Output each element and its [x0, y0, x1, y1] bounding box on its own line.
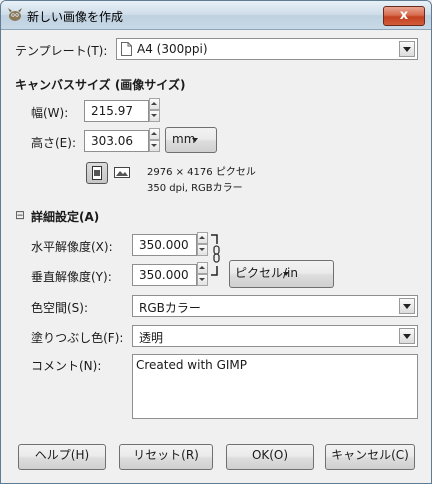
resolution-unit-select[interactable]: ピクセル/in [229, 260, 334, 288]
height-input[interactable]: 303.06 [84, 130, 149, 152]
width-decrement[interactable] [149, 110, 160, 122]
width-spinner[interactable] [149, 98, 160, 122]
fill-select[interactable]: 透明 [132, 325, 418, 347]
landscape-icon [114, 167, 130, 178]
chevron-down-icon[interactable] [399, 41, 415, 57]
xres-input[interactable]: 350.000 [132, 234, 197, 256]
ok-button[interactable]: OK(O) [226, 444, 314, 470]
unit-select[interactable]: mm [165, 127, 217, 153]
yres-increment[interactable] [197, 262, 208, 274]
xres-label: 水平解像度(X): [31, 240, 113, 254]
comment-value: Created with GIMP [136, 358, 248, 372]
gimp-icon [8, 8, 22, 21]
width-label: 幅(W): [31, 106, 69, 120]
close-icon: x [399, 8, 409, 23]
document-icon [121, 42, 132, 56]
yres-decrement[interactable] [197, 274, 208, 286]
xres-decrement[interactable] [197, 244, 208, 256]
height-increment[interactable] [149, 128, 160, 140]
comment-label: コメント(N): [31, 359, 102, 373]
resolution-info: 350 dpi, RGBカラー [147, 183, 243, 194]
title-bar: 新しい画像を作成 x [1, 1, 431, 30]
chain-link-icon[interactable] [210, 234, 222, 276]
xres-value: 350.000 [139, 238, 189, 252]
yres-input[interactable]: 350.000 [132, 264, 197, 286]
portrait-button[interactable] [86, 162, 108, 184]
height-decrement[interactable] [149, 140, 160, 152]
pixel-size-info: 2976 × 4176 ピクセル [147, 167, 256, 178]
chevron-down-icon [192, 138, 198, 142]
collapse-icon[interactable]: ⊟ [15, 208, 25, 222]
colorspace-label: 色空間(S): [31, 301, 89, 315]
new-image-dialog: 新しい画像を作成 x テンプレート(T): A4 (300ppi) キャンバスサ… [0, 0, 432, 484]
xres-spinner[interactable] [197, 232, 208, 256]
chevron-down-icon[interactable] [399, 328, 415, 344]
help-button[interactable]: ヘルプ(H) [18, 444, 106, 470]
width-input[interactable]: 215.97 [84, 100, 149, 122]
height-spinner[interactable] [149, 128, 160, 152]
yres-value: 350.000 [139, 268, 189, 282]
window-title: 新しい画像を作成 [27, 10, 124, 24]
portrait-icon [92, 166, 102, 180]
yres-spinner[interactable] [197, 262, 208, 286]
height-value: 303.06 [91, 134, 133, 148]
yres-label: 垂直解像度(Y): [31, 270, 112, 284]
comment-textarea[interactable]: Created with GIMP [132, 354, 418, 419]
template-label: テンプレート(T): [15, 44, 108, 58]
close-button[interactable]: x [383, 6, 425, 26]
height-label: 高さ(E): [31, 136, 76, 150]
cancel-button[interactable]: キャンセル(C) [325, 444, 415, 470]
fill-value: 透明 [139, 331, 164, 345]
fill-label: 塗りつぶし色(F): [31, 331, 124, 345]
canvas-size-heading: キャンバスサイズ (画像サイズ) [15, 78, 186, 92]
landscape-button[interactable] [112, 162, 132, 182]
advanced-heading[interactable]: 詳細設定(A) [31, 208, 99, 225]
xres-increment[interactable] [197, 232, 208, 244]
template-value: A4 (300ppi) [137, 42, 208, 56]
colorspace-select[interactable]: RGBカラー [132, 295, 418, 317]
chevron-down-icon [283, 272, 289, 276]
reset-button[interactable]: リセット(R) [119, 444, 213, 470]
width-increment[interactable] [149, 98, 160, 110]
chevron-down-icon[interactable] [399, 298, 415, 314]
width-value: 215.97 [91, 104, 133, 118]
colorspace-value: RGBカラー [139, 301, 201, 315]
template-select[interactable]: A4 (300ppi) [116, 38, 418, 60]
